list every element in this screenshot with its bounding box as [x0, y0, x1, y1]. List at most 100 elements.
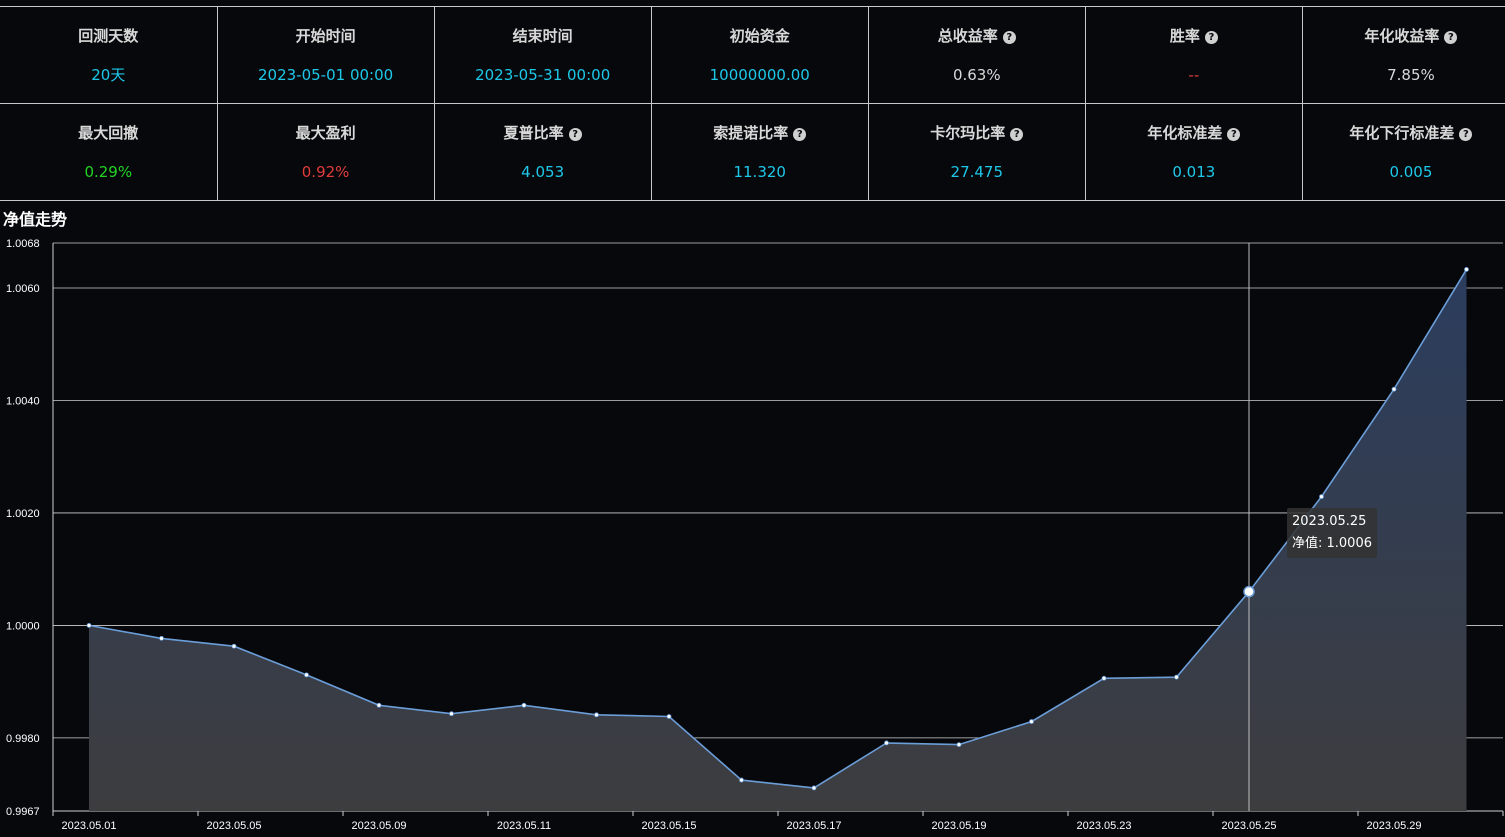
x-tick-label: 2023.05.11 [497, 820, 551, 832]
y-tick-label: 0.9967 [6, 806, 40, 818]
stat-label: 总收益率? [869, 26, 1085, 46]
stat-value: 2023-05-31 00:00 [475, 66, 611, 84]
x-axis: 2023.05.01 2023.05.05 2023.05.09 2023.05.11… [52, 810, 1504, 832]
help-icon[interactable]: ? [1227, 128, 1241, 141]
x-tick-label: 2023.05.15 [641, 820, 696, 832]
data-point [86, 623, 92, 628]
stat-value: 0.63% [952, 66, 1001, 84]
stat-cell: 卡尔玛比率? 27.475 [867, 103, 1086, 201]
stat-cell: 回测天数 20天 [0, 6, 218, 104]
stat-value: 0.013 [1172, 163, 1216, 181]
y-axis: 0.9967 0.9980 1.0000 1.0020 1.0040 1.0060 1.00… [6, 238, 54, 818]
highlighted-point [1243, 585, 1255, 598]
stat-value: 20天 [91, 66, 126, 84]
stat-cell: 年化收益率? 7.85% [1301, 6, 1505, 104]
stat-label: 初始资金 [652, 26, 868, 46]
tooltip-date: 2023.05.25 [1292, 514, 1367, 529]
stat-cell: 总收益率? 0.63% [867, 6, 1086, 104]
help-icon[interactable]: ? [793, 128, 807, 141]
y-tick-label: 1.0020 [6, 508, 40, 520]
stat-label-text: 年化收益率 [1364, 27, 1440, 45]
stat-cell: 最大回撤 0.29% [0, 103, 218, 201]
help-icon[interactable]: ? [1444, 31, 1458, 44]
x-tick-label: 2023.05.25 [1221, 820, 1276, 832]
x-tick-label: 2023.05.19 [931, 820, 986, 832]
stat-value: 11.320 [733, 163, 786, 181]
chart-tooltip: 2023.05.25 净值: 1.0006 [1287, 508, 1377, 558]
data-point [1174, 674, 1179, 680]
data-point [739, 777, 744, 783]
data-point [811, 785, 817, 791]
stat-cell: 初始资金 10000000.00 [650, 6, 869, 104]
help-icon[interactable]: ? [1010, 128, 1024, 141]
stat-label-text: 回测天数 [78, 27, 139, 45]
net-value-chart[interactable]: 0.9967 0.9980 1.0000 1.0020 1.0040 1.0060 1.00… [0, 232, 1505, 837]
x-tick-label: 2023.05.05 [206, 820, 261, 832]
data-point [594, 712, 599, 718]
data-point [1101, 675, 1107, 681]
tooltip-value: 净值: 1.0006 [1292, 536, 1372, 551]
data-point [304, 672, 309, 678]
stat-label: 索提诺比率? [652, 123, 868, 143]
stats-table: 回测天数 20天 开始时间 2023-05-01 00:00 结束时间 2023-05-3… [0, 6, 1505, 201]
data-point [1391, 386, 1397, 392]
stat-label: 卡尔玛比率? [869, 123, 1085, 143]
stat-value: 0.005 [1389, 163, 1433, 181]
stat-label-text: 索提诺比率 [713, 124, 789, 142]
x-tick-label: 2023.05.17 [786, 820, 841, 832]
stat-label-text: 初始资金 [729, 27, 790, 45]
stat-cell: 索提诺比率? 11.320 [650, 103, 869, 201]
stat-label-text: 年化下行标准差 [1349, 124, 1455, 142]
stat-label: 年化标准差? [1086, 123, 1302, 143]
y-tick-label: 0.9980 [6, 733, 40, 745]
data-point [231, 643, 237, 649]
help-icon[interactable]: ? [1459, 128, 1473, 141]
y-tick-label: 1.0068 [6, 238, 40, 250]
stat-label: 胜率? [1086, 26, 1302, 46]
stat-value: 4.053 [521, 163, 565, 181]
help-icon[interactable]: ? [568, 128, 582, 141]
data-point [1319, 494, 1324, 500]
stats-row-2: 最大回撤 0.29% 最大盈利 0.92% 夏普比率? 4.053 索提诺比率? 11.320… [0, 103, 1505, 201]
stat-cell: 胜率? -- [1084, 6, 1303, 104]
stat-label-text: 开始时间 [295, 27, 356, 45]
data-point [159, 635, 164, 641]
data-point [376, 702, 382, 708]
help-icon[interactable]: ? [1002, 31, 1016, 44]
stat-cell: 结束时间 2023-05-31 00:00 [433, 6, 652, 104]
stat-label: 年化收益率? [1303, 26, 1505, 46]
stat-label-text: 最大盈利 [295, 124, 356, 142]
x-tick-label: 2023.05.09 [351, 820, 406, 832]
stat-value: 7.85% [1387, 66, 1435, 84]
data-point [884, 740, 889, 746]
data-point [1464, 267, 1469, 272]
stat-label: 开始时间 [218, 26, 434, 46]
y-tick-label: 1.0000 [6, 620, 40, 632]
stat-cell: 开始时间 2023-05-01 00:00 [216, 6, 435, 104]
stat-label-text: 胜率 [1169, 27, 1200, 45]
stat-value: 27.475 [950, 163, 1004, 181]
stat-value: -- [1188, 66, 1200, 84]
data-point [1029, 719, 1034, 724]
x-tick-label: 2023.05.01 [61, 820, 116, 832]
x-tick-label: 2023.05.23 [1076, 820, 1131, 832]
stat-label-text: 卡尔玛比率 [930, 124, 1006, 142]
stat-cell: 最大盈利 0.92% [216, 103, 435, 201]
data-point [666, 714, 672, 719]
stat-label-text: 夏普比率 [503, 124, 564, 142]
stat-label: 回测天数 [0, 26, 217, 46]
data-point [449, 711, 454, 717]
stat-label-text: 总收益率 [937, 27, 998, 45]
help-icon[interactable]: ? [1204, 31, 1218, 44]
stat-cell: 夏普比率? 4.053 [433, 103, 652, 201]
net-value-area [89, 269, 1467, 811]
y-tick-label: 1.0040 [6, 395, 40, 407]
x-tick-label: 2023.05.29 [1366, 820, 1421, 832]
stats-row-1: 回测天数 20天 开始时间 2023-05-01 00:00 结束时间 2023-05-3… [0, 6, 1505, 104]
y-tick-label: 1.0060 [6, 283, 40, 295]
stat-label: 最大盈利 [218, 123, 434, 143]
stat-value: 2023-05-01 00:00 [258, 66, 394, 84]
stat-cell: 年化下行标准差? 0.005 [1301, 103, 1505, 201]
stat-value: 0.92% [301, 163, 350, 181]
stat-label-text: 年化标准差 [1147, 124, 1223, 142]
